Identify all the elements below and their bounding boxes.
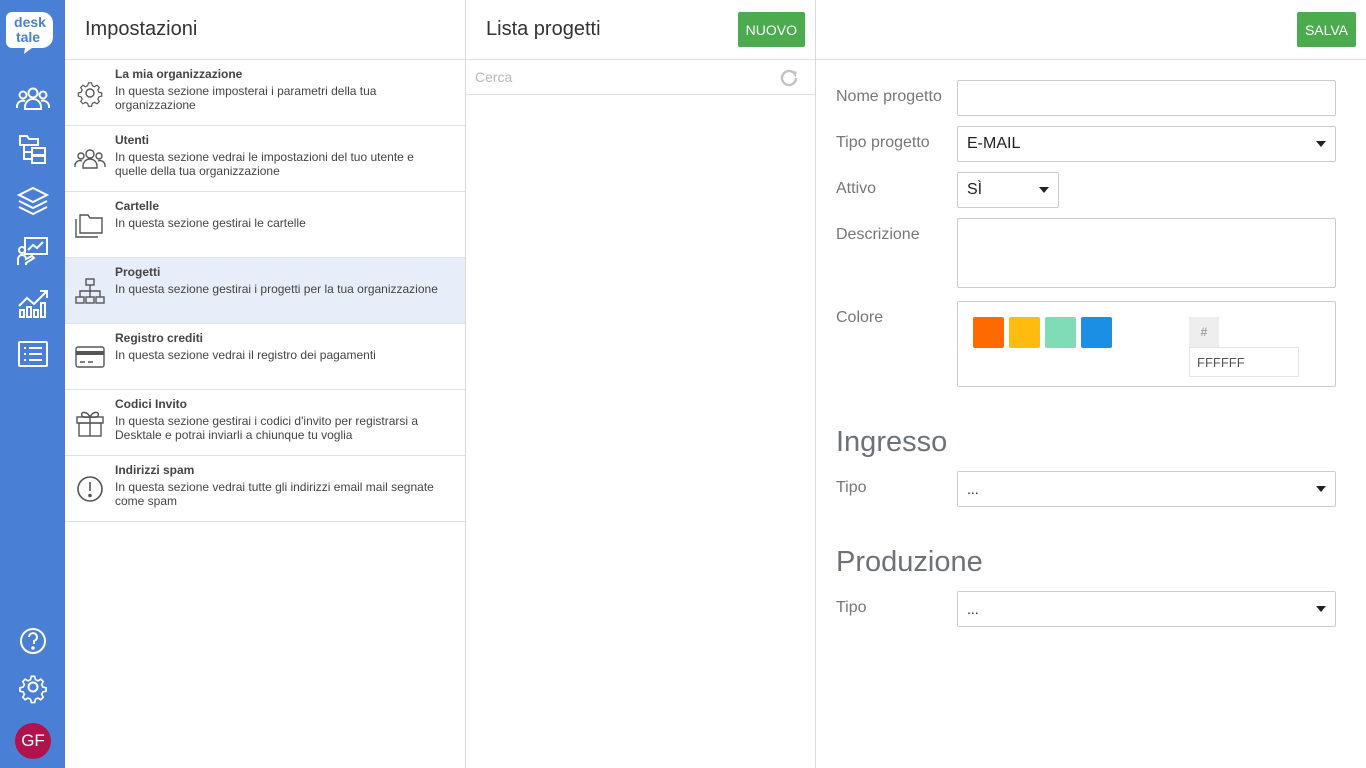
color-swatch-mint[interactable] (1045, 317, 1076, 348)
nav-users[interactable] (15, 82, 51, 116)
list-icon (18, 341, 48, 367)
form-toolbar: SALVA (816, 0, 1366, 60)
ingress-type-label: Tipo (836, 479, 867, 496)
caret-down-icon (1039, 187, 1049, 193)
color-swatch-yellow[interactable] (1009, 317, 1040, 348)
settings-item-title: La mia organizzazione (115, 67, 243, 81)
desktale-logo[interactable]: desk tale (6, 8, 56, 54)
production-section-title: Produzione (836, 546, 983, 578)
settings-item-description: In questa sezione vedrai le impostazioni… (115, 150, 414, 178)
ingress-type-select[interactable]: ... (957, 471, 1336, 507)
analytics-icon (18, 290, 48, 318)
gift-icon (74, 407, 106, 439)
gear-icon (74, 77, 106, 109)
nav-list[interactable] (15, 337, 51, 371)
settings-item-organization[interactable]: La mia organizzazione In questa sezione … (65, 60, 465, 126)
description-label: Descrizione (836, 226, 920, 243)
hash-prefix: # (1189, 317, 1219, 347)
ingress-type-value: ... (967, 481, 979, 497)
user-avatar[interactable]: GF (15, 723, 51, 759)
folder-tree-icon (19, 135, 46, 164)
credit-card-icon (74, 341, 106, 373)
color-swatch-blue[interactable] (1081, 317, 1112, 348)
settings-item-projects[interactable]: Progetti In questa sezione gestirai i pr… (65, 258, 465, 324)
refresh-icon[interactable] (778, 67, 800, 89)
project-search-bar (466, 60, 815, 95)
settings-item-invite-codes[interactable]: Codici Invito In questa sezione gestirai… (65, 390, 465, 456)
settings-item-users[interactable]: Utenti In questa sezione vedrai le impos… (65, 126, 465, 192)
settings-item-title: Registro crediti (115, 331, 204, 345)
settings-item-spam[interactable]: Indirizzi spam In questa sezione vedrai … (65, 456, 465, 522)
save-button[interactable]: SALVA (1296, 12, 1356, 47)
settings-panel: Impostazioni La mia organizzazione In qu… (65, 0, 466, 768)
layers-icon (16, 186, 50, 216)
new-project-button[interactable]: NUOVO (737, 12, 805, 47)
settings-item-title: Indirizzi spam (115, 463, 195, 477)
settings-item-title: Utenti (115, 133, 149, 147)
nav-layers[interactable] (15, 184, 51, 218)
production-type-value: ... (967, 601, 979, 617)
sitemap-icon (74, 275, 106, 307)
logo-text-tale: tale (16, 29, 40, 45)
help-icon (20, 628, 46, 654)
production-type-select[interactable]: ... (957, 591, 1336, 627)
hex-color-input[interactable] (1189, 347, 1299, 377)
settings-item-folders[interactable]: Cartelle In questa sezione gestirai le c… (65, 192, 465, 258)
caret-down-icon (1316, 141, 1326, 147)
project-list-header: Lista progetti NUOVO (466, 0, 815, 60)
caret-down-icon (1316, 486, 1326, 492)
nav-help[interactable] (15, 624, 51, 658)
description-textarea[interactable] (957, 218, 1336, 288)
app-window: desk tale GF Impostazioni La mia organiz… (0, 0, 1366, 768)
settings-item-title: Cartelle (115, 199, 160, 213)
color-label: Colore (836, 309, 884, 326)
nav-analytics[interactable] (15, 286, 51, 320)
settings-item-credits[interactable]: Registro crediti In questa sezione vedra… (65, 324, 465, 390)
project-type-select[interactable]: E-MAIL (957, 126, 1336, 162)
main-nav-rail: desk tale GF (0, 0, 65, 768)
users-icon (16, 87, 50, 110)
color-picker: # (957, 301, 1336, 387)
alert-icon (74, 473, 106, 505)
active-select[interactable]: SÌ (957, 172, 1059, 208)
active-value: SÌ (967, 181, 983, 198)
users-icon (74, 143, 106, 175)
folders-icon (74, 209, 106, 241)
settings-item-description: In questa sezione imposterai i parametri… (115, 84, 377, 112)
settings-item-description: In questa sezione gestirai le cartelle (115, 216, 306, 230)
gear-icon (19, 675, 47, 704)
project-form-panel: SALVA Nome progetto Tipo progetto E-MAIL… (816, 0, 1366, 768)
project-name-label: Nome progetto (836, 88, 942, 105)
project-list-panel: Lista progetti NUOVO (466, 0, 816, 768)
settings-item-title: Progetti (115, 265, 161, 279)
ingress-section-title: Ingresso (836, 426, 948, 458)
project-list-title: Lista progetti (486, 18, 601, 40)
nav-settings[interactable] (15, 670, 51, 704)
production-type-label: Tipo (836, 599, 867, 616)
settings-item-description: In questa sezione vedrai il registro dei… (115, 348, 376, 362)
logo-text-desk: desk (14, 14, 46, 30)
project-name-input[interactable] (957, 80, 1336, 116)
color-swatch-orange[interactable] (973, 317, 1004, 348)
caret-down-icon (1316, 606, 1326, 612)
nav-folders[interactable] (15, 132, 51, 166)
presentation-icon (17, 237, 48, 265)
active-label: Attivo (836, 180, 877, 197)
settings-item-title: Codici Invito (115, 397, 187, 411)
project-type-value: E-MAIL (967, 135, 1021, 152)
nav-presentation[interactable] (15, 235, 51, 269)
project-type-label: Tipo progetto (836, 134, 930, 151)
settings-item-description: In questa sezione vedrai tutte gli indir… (115, 480, 434, 508)
project-search-input[interactable] (466, 60, 766, 94)
settings-title: Impostazioni (65, 0, 465, 60)
settings-item-description: In questa sezione gestirai i codici d'in… (115, 414, 419, 442)
settings-item-description: In questa sezione gestirai i progetti pe… (115, 282, 438, 296)
